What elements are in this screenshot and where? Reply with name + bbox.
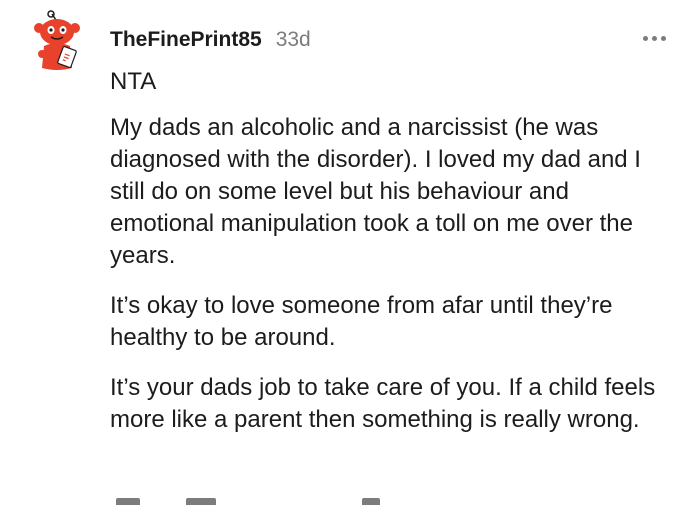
comment-body: NTA My dads an alcoholic and a narcissis… [110,66,675,454]
comment-card: TheFinePrint85 33d NTA My dads an alcoho… [0,0,700,505]
comment-paragraph: My dads an alcoholic and a narcissist (h… [110,114,641,269]
comment-verdict: NTA [110,68,157,95]
more-dot [643,36,648,41]
snoo-avatar-icon[interactable] [30,10,92,72]
comment-paragraph: It’s your dads job to take care of you. … [110,374,656,433]
comment-paragraph: It’s okay to love someone from afar unti… [110,292,613,351]
more-dot [661,36,666,41]
username-link[interactable]: TheFinePrint85 [110,28,262,52]
more-dot [652,36,657,41]
more-options-icon[interactable] [643,36,666,41]
comment-actions-cutoff [110,498,510,505]
comment-age: 33d [275,28,311,51]
comment-header: TheFinePrint85 33d [110,28,311,52]
